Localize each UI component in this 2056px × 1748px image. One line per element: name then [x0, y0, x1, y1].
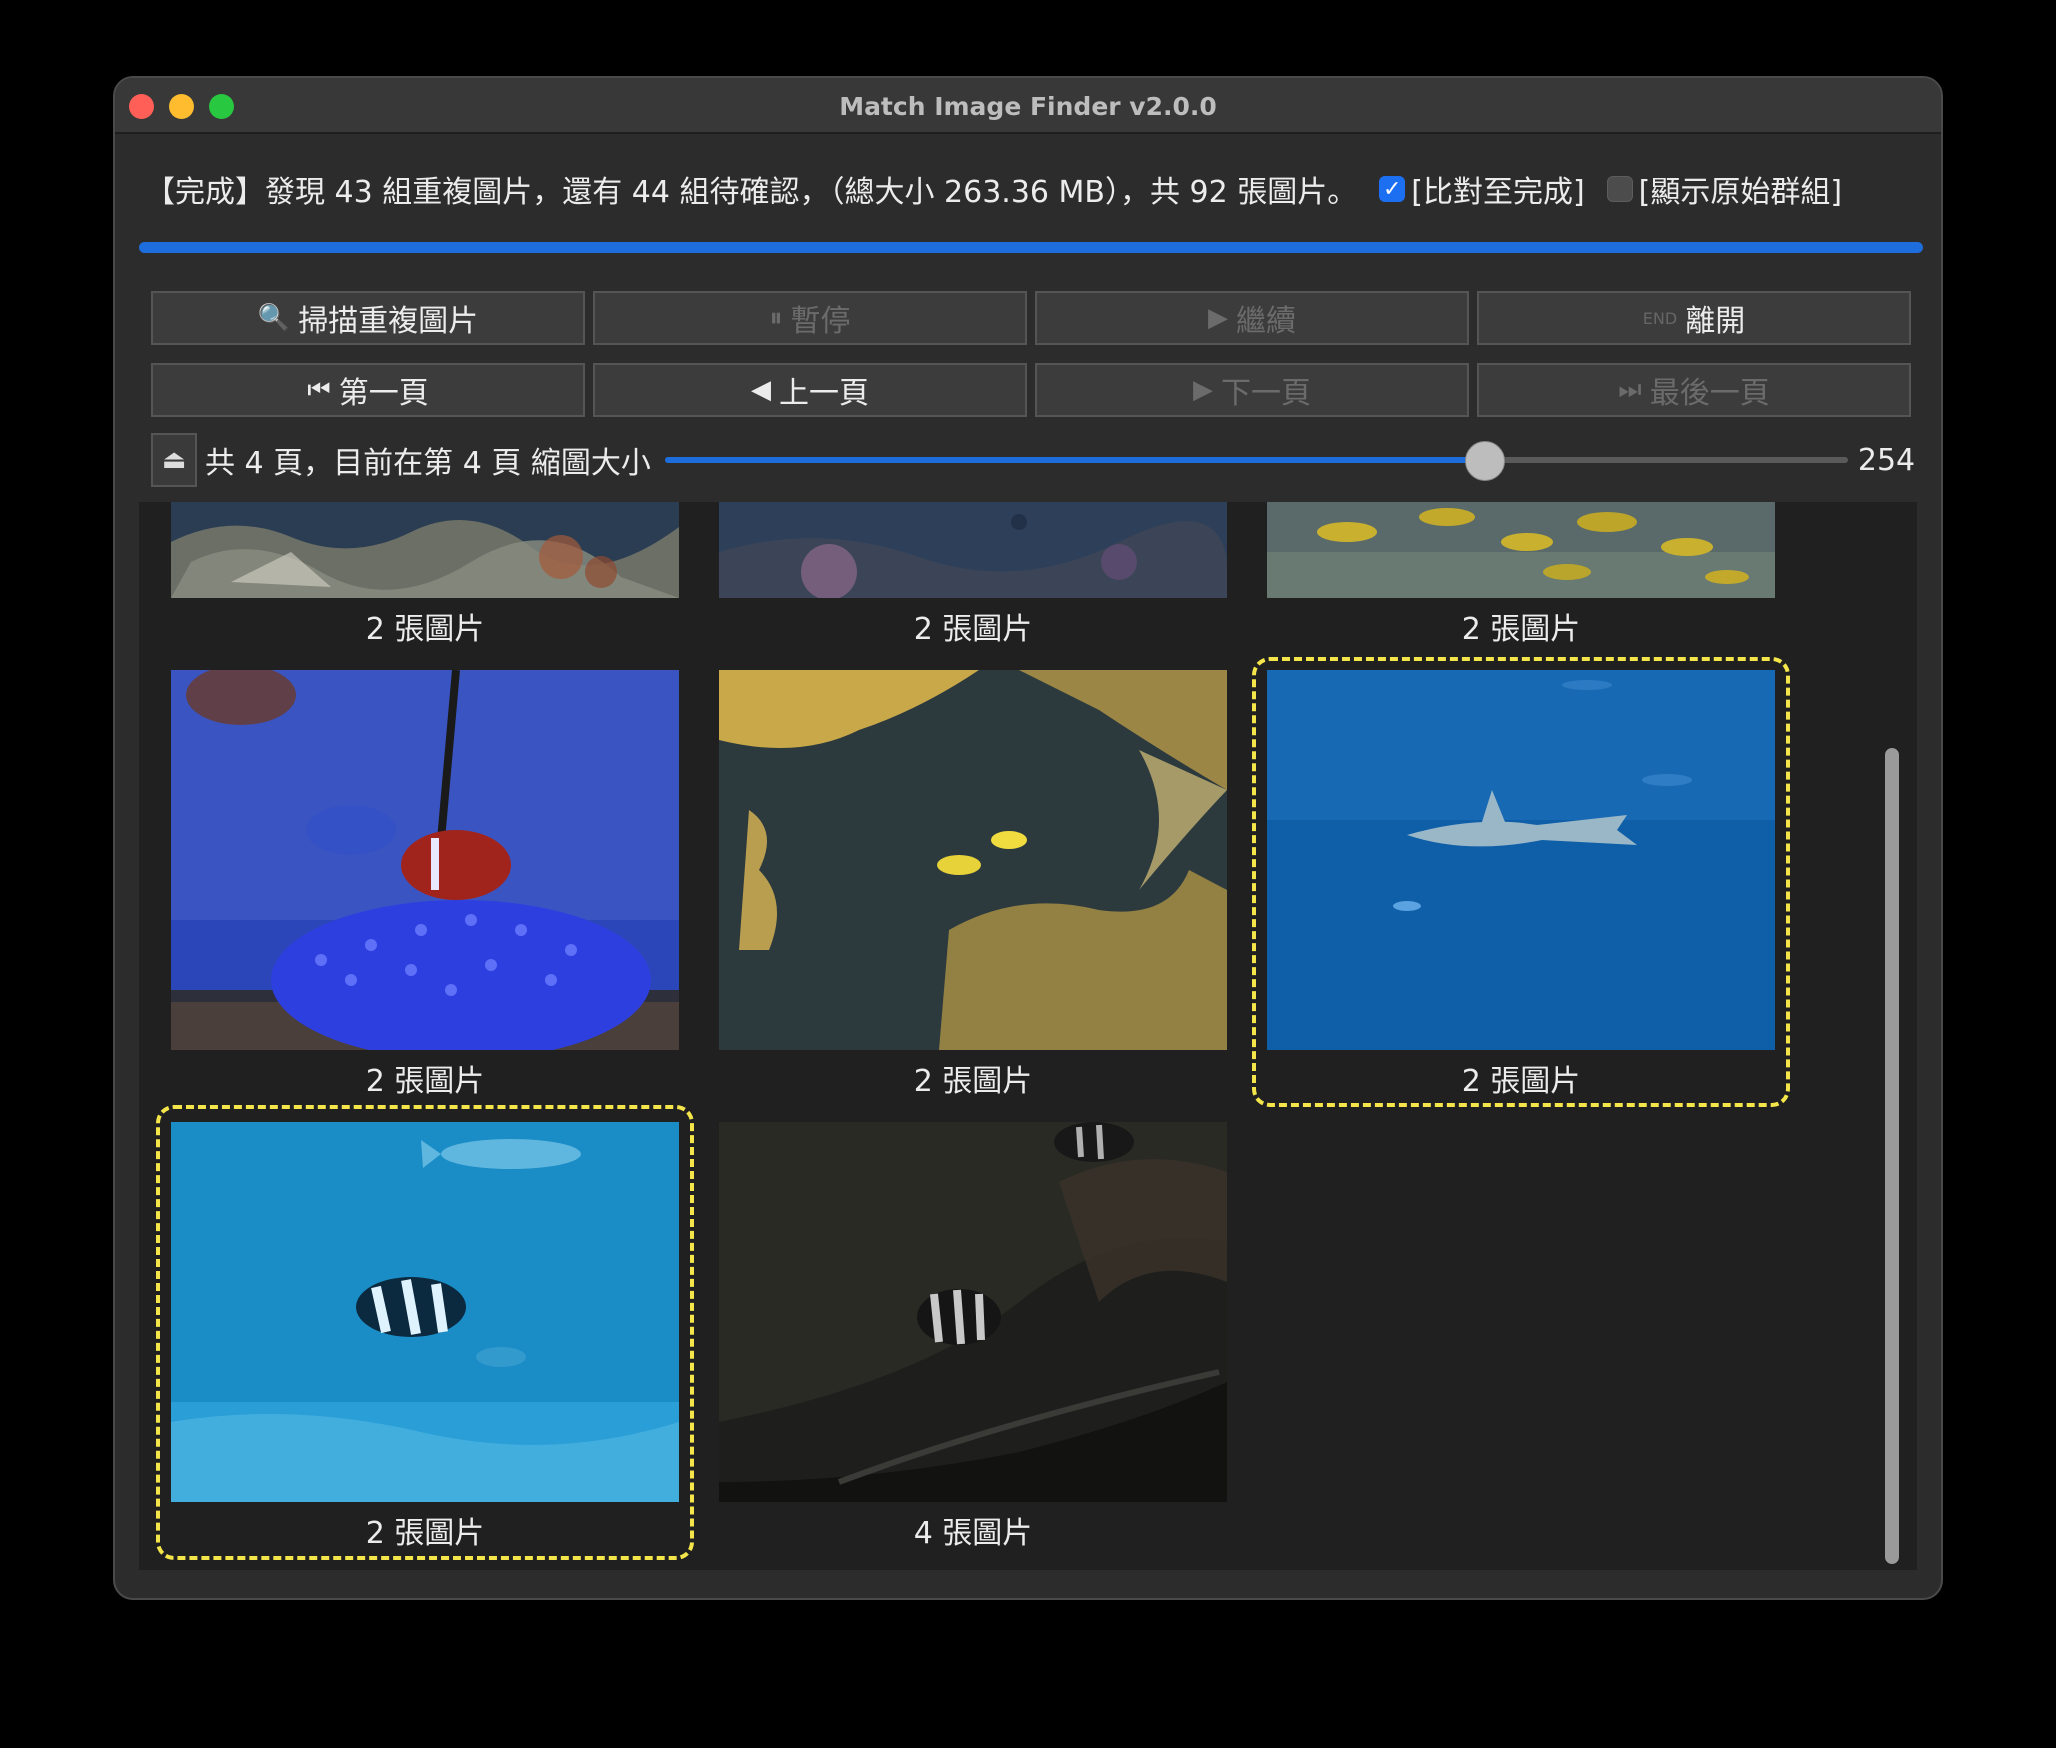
thumbnail-yellow-fish-school[interactable] [1267, 502, 1775, 598]
gallery-caption: 2 張圖片 [365, 612, 485, 647]
pagination-toolbar: ⏮ 第一頁 ◀ 上一頁 ▶ 下一頁 ⏭ 最後一頁 [151, 363, 1911, 417]
resume-button[interactable]: ▶ 繼續 [1035, 291, 1469, 345]
gallery-item[interactable] [719, 1122, 1227, 1502]
progress-bar [139, 242, 1923, 253]
thumbnail-gallery: 2 張圖片 2 張圖片 2 張圖片 2 張圖片 2 張圖片 2 張圖片 2 張圖… [139, 502, 1917, 1570]
status-text: 【完成】發現 43 組重複圖片，還有 44 組待確認，（總大小 263.36 M… [145, 175, 1358, 210]
pause-label: 暫停 [790, 304, 851, 339]
thumbnail-striped-fish-dark[interactable] [719, 1122, 1227, 1502]
slider-fill [664, 457, 1485, 463]
gallery-caption: 2 張圖片 [913, 1064, 1033, 1099]
play-icon: ▶ [1208, 303, 1228, 333]
scrollbar-thumb[interactable] [1885, 748, 1899, 1564]
skip-back-icon: ⏮ [307, 374, 331, 405]
pause-icon: ⏸ [769, 302, 783, 333]
unchecked-box-icon [1606, 176, 1633, 202]
last-page-button[interactable]: ⏭ 最後一頁 [1477, 363, 1911, 417]
gallery-item[interactable] [1267, 502, 1775, 598]
show-original-groups-label: [顯示原始群組] [1638, 175, 1843, 210]
next-page-button[interactable]: ▶ 下一頁 [1035, 363, 1469, 417]
gallery-item[interactable] [171, 670, 679, 1050]
next-page-label: 下一頁 [1221, 376, 1311, 411]
exit-label: 離開 [1685, 304, 1746, 339]
gallery-item[interactable] [171, 502, 679, 598]
gallery-caption: 4 張圖片 [913, 1516, 1033, 1551]
pause-button[interactable]: ⏸ 暫停 [593, 291, 1027, 345]
exit-button[interactable]: END 離開 [1477, 291, 1911, 345]
slider-knob[interactable] [1464, 441, 1505, 481]
previous-page-button[interactable]: ◀ 上一頁 [593, 363, 1027, 417]
thumbnail-size-slider[interactable] [664, 433, 1848, 487]
selection-highlight [1252, 657, 1790, 1107]
status-row: 【完成】發現 43 組重複圖片，還有 44 組待確認，（總大小 263.36 M… [145, 164, 1911, 214]
first-page-button[interactable]: ⏮ 第一頁 [151, 363, 585, 417]
page-info-text: 共 4 頁，目前在第 4 頁 縮圖大小 [205, 446, 651, 481]
page-row: ⏏ 共 4 頁，目前在第 4 頁 縮圖大小 254 [151, 433, 1931, 487]
action-toolbar: 🔍 掃描重複圖片 ⏸ 暫停 ▶ 繼續 END 離開 [151, 291, 1911, 345]
checkmark-icon: ✓ [1379, 176, 1406, 202]
thumbnail-size-value: 254 [1857, 442, 1916, 478]
thumbnail-yellow-fish-reef[interactable] [719, 670, 1227, 1050]
compare-to-complete-label: [比對至完成] [1411, 175, 1585, 210]
selection-highlight [156, 1105, 694, 1560]
gallery-caption: 2 張圖片 [913, 612, 1033, 647]
gallery-item[interactable] [719, 502, 1227, 598]
show-original-groups-checkbox[interactable]: [顯示原始群組] [1606, 167, 1843, 211]
gallery-caption: 2 張圖片 [365, 1064, 485, 1099]
compare-to-complete-checkbox[interactable]: ✓ [比對至完成] [1379, 167, 1585, 211]
magnifier-icon: 🔍 [257, 303, 291, 333]
eject-icon: ⏏ [161, 445, 187, 475]
resume-label: 繼續 [1236, 304, 1296, 339]
scan-label: 掃描重複圖片 [298, 304, 479, 339]
thumbnail-clownfish[interactable] [171, 670, 679, 1050]
triangle-right-icon: ▶ [1193, 375, 1213, 405]
scan-button[interactable]: 🔍 掃描重複圖片 [151, 291, 585, 345]
gallery-item[interactable] [719, 670, 1227, 1050]
window-title: Match Image Finder v2.0.0 [839, 92, 1217, 121]
gallery-caption: 2 張圖片 [1461, 612, 1581, 647]
app-window: Match Image Finder v2.0.0 【完成】發現 43 組重複圖… [113, 76, 1943, 1600]
end-icon: END [1642, 308, 1678, 328]
eject-button[interactable]: ⏏ [151, 433, 197, 487]
thumbnail-dark-reef[interactable] [719, 502, 1227, 598]
skip-forward-icon: ⏭ [1618, 374, 1642, 405]
triangle-left-icon: ◀ [751, 375, 771, 405]
first-page-label: 第一頁 [338, 376, 429, 411]
title-bar: Match Image Finder v2.0.0 [115, 78, 1941, 134]
previous-page-label: 上一頁 [779, 376, 869, 411]
thumbnail-coral-reef[interactable] [171, 502, 679, 598]
gallery-scrollbar[interactable] [1879, 502, 1901, 1570]
last-page-label: 最後一頁 [1649, 376, 1770, 411]
